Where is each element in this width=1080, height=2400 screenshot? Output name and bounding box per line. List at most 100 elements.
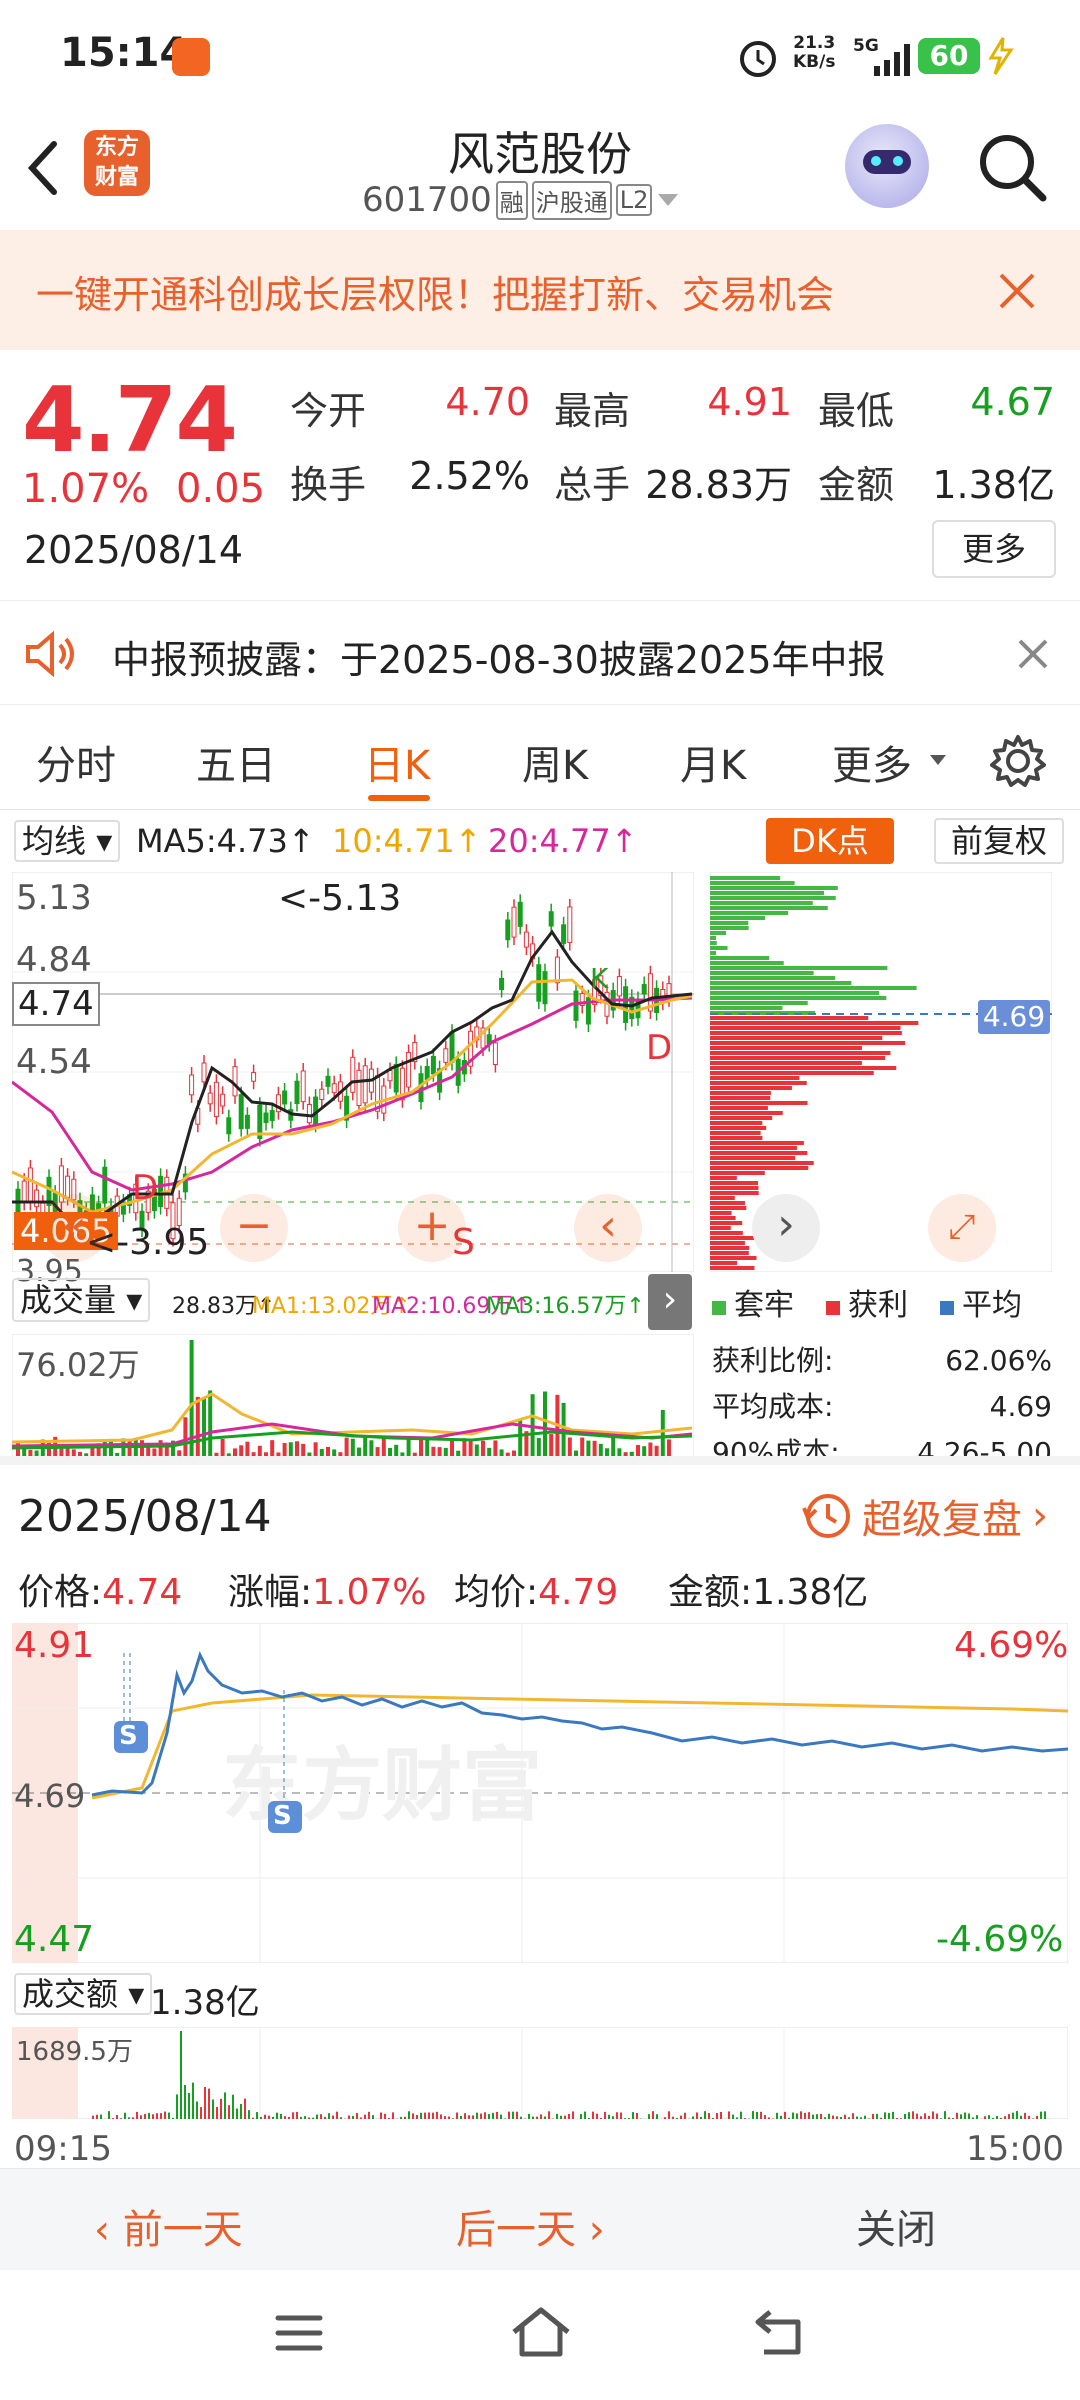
chip-bar: [710, 1256, 757, 1260]
turnover-bar: [504, 2118, 506, 2119]
chip-bar: [710, 1226, 731, 1230]
turnover-bar: [172, 2117, 174, 2119]
turnover-bar: [96, 2114, 98, 2119]
chip-bar: [710, 1186, 759, 1190]
promo-banner[interactable]: 一键开通科创成长层权限！把握打新、交易机会: [0, 230, 1080, 350]
close-icon[interactable]: [1016, 637, 1050, 671]
turnover-bar: [740, 2111, 742, 2119]
candle-body: [269, 1110, 275, 1121]
search-icon[interactable]: [975, 130, 1051, 206]
intraday-y-bottom: 4.47: [14, 1919, 95, 1960]
zoom-in-button[interactable]: +: [398, 1194, 466, 1262]
tab-more[interactable]: 更多: [832, 733, 912, 791]
turnover-bar: [196, 2101, 198, 2119]
turnover-bar: [212, 2099, 214, 2119]
robot-assistant-icon[interactable]: [845, 124, 929, 208]
close-icon[interactable]: [996, 270, 1038, 312]
turnover-bar: [272, 2116, 274, 2119]
ma-select[interactable]: 均线 ▾: [14, 820, 121, 862]
gear-icon[interactable]: [990, 733, 1046, 789]
adjust-mode-button[interactable]: 前复权: [934, 818, 1064, 864]
turnover-bar: [432, 2112, 434, 2119]
turnover-select[interactable]: 成交额 ▾: [14, 1973, 153, 2015]
stock-code-row[interactable]: 601700 融 沪股通 L2: [362, 180, 680, 220]
candle-body: [319, 1088, 325, 1101]
chip-bar: [710, 1061, 862, 1065]
stock-code: 601700: [362, 180, 492, 220]
turnover-bar: [416, 2115, 418, 2119]
review-price-value: 4.74: [102, 1572, 183, 1613]
turnover-bar: [476, 2112, 478, 2119]
turnover-bar: [936, 2113, 938, 2119]
avg-cost-value: 4.69: [989, 1390, 1052, 1423]
turnover-bar: [612, 2116, 614, 2119]
turnover-bar: [984, 2116, 986, 2119]
review-date: 2025/08/14: [18, 1491, 272, 1542]
tab-monthly-k[interactable]: 月K: [680, 733, 746, 791]
close-button[interactable]: 关闭: [856, 2197, 936, 2255]
turnover-bar: [164, 2111, 166, 2119]
chip-next-button[interactable]: ›: [752, 1194, 820, 1262]
turnover-bar: [116, 2114, 118, 2119]
back-nav-icon[interactable]: [754, 2308, 806, 2356]
turnover-bar: [516, 2111, 518, 2119]
turnover-bar: [108, 2111, 110, 2119]
expand-icon[interactable]: ⤢: [928, 1194, 996, 1262]
notice-bar[interactable]: 中报预披露：于2025-08-30披露2025年中报: [0, 600, 1080, 705]
candle-body: [492, 1042, 498, 1066]
chip-bar: [710, 881, 795, 885]
next-day-button[interactable]: 后一天 ›: [456, 2197, 605, 2255]
candle-body: [238, 1094, 244, 1130]
chip-bar: [710, 1166, 809, 1170]
turnover-bar: [732, 2114, 734, 2119]
menu-icon[interactable]: [274, 2312, 324, 2354]
low-value: 4.67: [970, 380, 1055, 424]
intraday-chart[interactable]: 东方财富: [12, 1623, 1068, 1963]
turnover-bar: [628, 2118, 630, 2119]
volume-bar: [555, 1394, 560, 1460]
candle-body: [306, 1103, 312, 1124]
candle-body: [523, 931, 529, 948]
tab-weekly-k[interactable]: 周K: [522, 733, 588, 791]
scroll-left-button[interactable]: ‹: [574, 1194, 642, 1262]
super-replay-button[interactable]: 超级复盘 ›: [800, 1487, 1048, 1545]
turnover-bar: [388, 2117, 390, 2119]
turnover-bar: [996, 2116, 998, 2119]
chip-bar: [710, 896, 836, 900]
turnover-bar: [492, 2112, 494, 2119]
turnover-bar: [484, 2112, 486, 2119]
history-icon: [802, 1494, 850, 1538]
more-button[interactable]: 更多: [932, 520, 1056, 578]
profit-ratio-value: 62.06%: [945, 1344, 1052, 1377]
tab-five-day[interactable]: 五日: [196, 733, 276, 791]
turnover-bar: [856, 2116, 858, 2119]
home-icon[interactable]: [510, 2306, 572, 2358]
review-change: 涨幅:1.07%: [228, 1563, 454, 1615]
prev-day-button[interactable]: ‹ 前一天: [94, 2197, 243, 2255]
zoom-out-button[interactable]: −: [220, 1194, 288, 1262]
turnover-bar: [168, 2112, 170, 2119]
turnover-bar: [784, 2111, 786, 2119]
turnover-bar: [960, 2114, 962, 2119]
turnover-bar: [680, 2115, 682, 2119]
review-change-value: 1.07%: [312, 1572, 427, 1613]
turnover-bar: [1004, 2116, 1006, 2119]
expand-panel-button[interactable]: ›: [648, 1274, 692, 1330]
volume-select[interactable]: 成交量 ▾: [12, 1278, 151, 1322]
dk-point-button[interactable]: DK点: [766, 818, 894, 864]
turnover-bar: [372, 2115, 374, 2119]
candle-body: [499, 977, 505, 991]
turnover-bar: [560, 2115, 562, 2119]
chip-bar: [710, 996, 887, 1000]
intraday-turnover-chart[interactable]: [12, 2027, 1068, 2119]
tab-daily-k[interactable]: 日K: [364, 733, 430, 791]
turnover-bar: [868, 2118, 870, 2119]
turnover-bar: [152, 2114, 154, 2119]
quote-date: 2025/08/14: [24, 528, 244, 572]
turnover-bar: [260, 2116, 262, 2119]
tab-timeshare[interactable]: 分时: [36, 733, 116, 791]
turnover-bar: [384, 2113, 386, 2119]
chip-bar: [710, 1161, 814, 1165]
scroll-far-left-button[interactable]: «: [40, 1194, 108, 1262]
y-label-2: 4.84: [16, 940, 92, 980]
